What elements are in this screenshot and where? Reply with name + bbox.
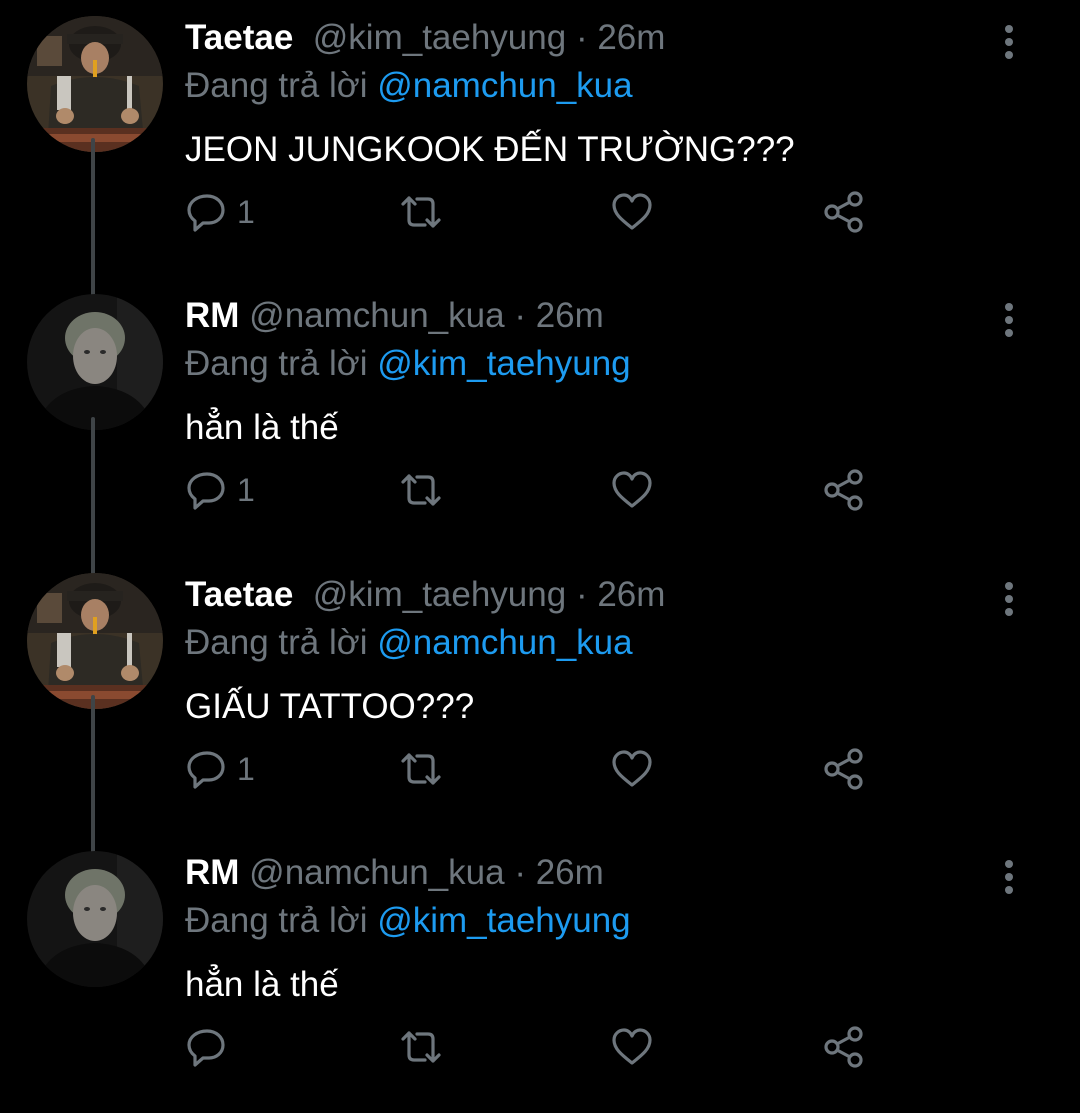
retweet-button[interactable]: [397, 466, 445, 514]
mention-link[interactable]: @kim_taehyung: [377, 901, 630, 940]
retweet-icon: [401, 753, 441, 785]
more-options-button[interactable]: [994, 22, 1024, 62]
reply-button[interactable]: 1: [185, 466, 255, 514]
tweet-header: RM @namchun_kua · 26m: [185, 849, 604, 897]
display-name[interactable]: RM: [185, 296, 239, 335]
like-button[interactable]: [610, 1023, 654, 1071]
more-vertical-icon: [1005, 860, 1013, 894]
tweet-header: Taetae @kim_taehyung · 26m: [185, 571, 665, 619]
more-options-button[interactable]: [994, 857, 1024, 897]
tweet[interactable]: RM @namchun_kua · 26m Đang trả lời @kim_…: [0, 695, 1080, 1113]
reply-icon: [187, 751, 225, 789]
separator-dot: ·: [575, 18, 588, 57]
reply-button[interactable]: 1: [185, 188, 255, 236]
share-icon: [824, 469, 863, 511]
timestamp[interactable]: 26m: [536, 296, 604, 335]
display-name[interactable]: Taetae: [185, 575, 293, 614]
reply-context: Đang trả lời @kim_taehyung: [185, 897, 631, 945]
thread-connector-line: [91, 695, 95, 853]
reply-context: Đang trả lời @kim_taehyung: [185, 340, 631, 388]
like-icon: [612, 750, 652, 787]
share-button[interactable]: [822, 188, 866, 236]
reply-prefix: Đang trả lời: [185, 623, 368, 662]
timestamp[interactable]: 26m: [597, 18, 665, 57]
avatar[interactable]: [27, 294, 163, 430]
user-handle[interactable]: @kim_taehyung: [313, 575, 566, 614]
reply-prefix: Đang trả lời: [185, 901, 368, 940]
reply-button[interactable]: 1: [185, 745, 255, 793]
tweet[interactable]: Taetae @kim_taehyung · 26m Đang trả lời …: [0, 0, 1080, 296]
like-button[interactable]: [610, 745, 654, 793]
more-vertical-icon: [1005, 25, 1013, 59]
mention-link[interactable]: @kim_taehyung: [377, 344, 630, 383]
tweet-header: Taetae @kim_taehyung · 26m: [185, 14, 665, 62]
action-bar: 1: [185, 466, 885, 514]
share-icon: [824, 1026, 863, 1068]
retweet-button[interactable]: [397, 745, 445, 793]
timestamp[interactable]: 26m: [597, 575, 665, 614]
conversation-thread: Taetae @kim_taehyung · 26m Đang trả lời …: [0, 0, 1080, 1110]
reply-count: 1: [237, 751, 255, 787]
action-bar: 1: [185, 188, 885, 236]
tweet-header: RM @namchun_kua · 26m: [185, 292, 604, 340]
avatar[interactable]: [27, 851, 163, 987]
user-handle[interactable]: @namchun_kua: [249, 296, 504, 335]
display-name[interactable]: RM: [185, 853, 239, 892]
mention-link[interactable]: @namchun_kua: [377, 623, 632, 662]
user-handle[interactable]: @kim_taehyung: [313, 18, 566, 57]
action-bar: [185, 1023, 885, 1071]
avatar[interactable]: [27, 16, 163, 152]
avatar-image: [27, 851, 163, 987]
thread-connector-line: [91, 138, 95, 298]
action-bar: 1: [185, 745, 885, 793]
reply-icon: [187, 1029, 225, 1067]
like-button[interactable]: [610, 466, 654, 514]
separator-dot: ·: [575, 575, 588, 614]
reply-prefix: Đang trả lời: [185, 344, 368, 383]
avatar-image: [27, 16, 163, 152]
reply-count: 1: [237, 472, 255, 508]
more-options-button[interactable]: [994, 579, 1024, 619]
share-button[interactable]: [822, 466, 866, 514]
retweet-icon: [401, 1031, 441, 1063]
share-icon: [824, 748, 863, 790]
display-name[interactable]: Taetae: [185, 18, 293, 57]
separator-dot: ·: [514, 853, 526, 892]
more-vertical-icon: [1005, 582, 1013, 616]
timestamp[interactable]: 26m: [536, 853, 604, 892]
like-icon: [612, 193, 652, 230]
mention-link[interactable]: @namchun_kua: [377, 66, 632, 105]
reply-icon: [187, 472, 225, 510]
share-button[interactable]: [822, 745, 866, 793]
retweet-icon: [401, 474, 441, 506]
user-handle[interactable]: @namchun_kua: [249, 853, 504, 892]
like-icon: [612, 1028, 652, 1065]
tweet[interactable]: Taetae @kim_taehyung · 26m Đang trả lời …: [0, 417, 1080, 853]
separator-dot: ·: [514, 296, 526, 335]
tweet-text: hẳn là thế: [185, 408, 339, 447]
tweet-text: JEON JUNGKOOK ĐẾN TRƯỜNG???: [185, 130, 795, 169]
like-button[interactable]: [610, 188, 654, 236]
retweet-icon: [401, 196, 441, 228]
reply-count: 1: [237, 194, 255, 230]
avatar-image: [27, 573, 163, 709]
share-button[interactable]: [822, 1023, 866, 1071]
like-icon: [612, 471, 652, 508]
tweet[interactable]: RM @namchun_kua · 26m Đang trả lời @kim_…: [0, 138, 1080, 574]
tweet-text: GIẤU TATTOO???: [185, 687, 475, 726]
reply-context: Đang trả lời @namchun_kua: [185, 619, 633, 667]
reply-context: Đang trả lời @namchun_kua: [185, 62, 633, 110]
avatar[interactable]: [27, 573, 163, 709]
tweet-text: hẳn là thế: [185, 965, 339, 1004]
reply-button[interactable]: [185, 1023, 237, 1071]
reply-prefix: Đang trả lời: [185, 66, 368, 105]
thread-connector-line: [91, 417, 95, 577]
avatar-image: [27, 294, 163, 430]
more-vertical-icon: [1005, 303, 1013, 337]
retweet-button[interactable]: [397, 1023, 445, 1071]
reply-icon: [187, 194, 225, 232]
retweet-button[interactable]: [397, 188, 445, 236]
share-icon: [824, 191, 863, 233]
more-options-button[interactable]: [994, 300, 1024, 340]
